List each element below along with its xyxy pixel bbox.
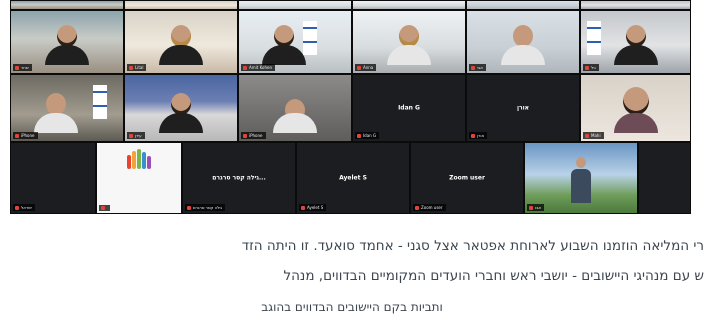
mic-muted-icon bbox=[471, 133, 475, 138]
participant-video bbox=[569, 157, 593, 203]
participant-video bbox=[261, 25, 306, 65]
participant-tile[interactable]: אבו bbox=[524, 142, 638, 214]
mic-muted-icon bbox=[101, 206, 105, 210]
participant-tile[interactable]: Amit Kohen bbox=[238, 10, 352, 74]
participant-display-name: Zoom user bbox=[449, 174, 485, 182]
mic-muted-icon bbox=[129, 133, 133, 138]
mic-muted-icon bbox=[243, 133, 247, 138]
participant-tile[interactable] bbox=[580, 0, 691, 10]
participant-tile[interactable]: Lital bbox=[124, 10, 238, 74]
participant-label: iPhone bbox=[241, 132, 266, 139]
mic-muted-icon bbox=[301, 205, 305, 210]
mic-muted-icon bbox=[129, 65, 133, 70]
participant-label: גיל bbox=[583, 64, 599, 71]
participant-label: אורן bbox=[469, 132, 488, 139]
mic-muted-icon bbox=[243, 65, 247, 70]
participant-display-name: Ayelet S bbox=[339, 174, 367, 182]
mic-muted-icon bbox=[415, 205, 419, 210]
participant-tile[interactable]: גילה קסר סרגרם... גילה קסר סרגרם bbox=[182, 142, 296, 214]
mic-muted-icon bbox=[15, 65, 19, 70]
participant-video bbox=[273, 99, 317, 133]
mic-muted-icon bbox=[471, 65, 475, 70]
flag-icon bbox=[587, 21, 601, 55]
participant-video bbox=[33, 93, 78, 133]
participant-tile[interactable]: אורן אורן bbox=[466, 74, 580, 142]
participant-label: Lital bbox=[127, 64, 147, 71]
article-line-1: רי המליאה הוזמנו השבוע לארוחת אפטאר אצל … bbox=[241, 238, 704, 254]
participant-tile[interactable] bbox=[466, 0, 580, 10]
video-grid: שחר Lital Amit Kohen Anna אבי גיל iPhone… bbox=[10, 0, 691, 214]
participant-label: iPhone bbox=[13, 132, 38, 139]
participant-label: Idan G bbox=[355, 132, 380, 139]
participant-tile[interactable] bbox=[352, 0, 466, 10]
participant-label: אבו bbox=[527, 204, 545, 211]
article-line-3: ותביות בקם היישובים הבדווים בהוגב bbox=[261, 300, 443, 314]
participant-tile[interactable]: עידן bbox=[124, 74, 238, 142]
mic-muted-icon bbox=[529, 205, 533, 210]
participant-tile[interactable]: Anna bbox=[352, 10, 466, 74]
participant-label: אבי bbox=[469, 64, 486, 71]
mic-muted-icon bbox=[15, 205, 19, 210]
participant-tile[interactable]: אבי bbox=[466, 10, 580, 74]
participant-label: Amit Kohen bbox=[241, 64, 275, 71]
participant-label: Mahi bbox=[583, 132, 604, 139]
participant-video bbox=[159, 93, 203, 133]
mic-muted-icon bbox=[357, 133, 361, 138]
participant-label: ישראל bbox=[13, 204, 35, 211]
mic-muted-icon bbox=[585, 133, 589, 138]
participant-label: Zoom user bbox=[413, 204, 446, 211]
participant-tile[interactable]: Mahi bbox=[580, 74, 691, 142]
organization-logo bbox=[127, 149, 151, 169]
mic-muted-icon bbox=[15, 133, 19, 138]
participant-display-name: אורן bbox=[516, 104, 530, 112]
participant-video bbox=[501, 25, 545, 65]
mic-muted-icon bbox=[187, 205, 191, 210]
participant-tile[interactable]: iPhone bbox=[10, 74, 124, 142]
participant-tile[interactable]: Ayelet S Ayelet S bbox=[296, 142, 410, 214]
participant-video bbox=[613, 87, 658, 133]
flag-icon bbox=[93, 85, 107, 119]
participant-tile[interactable]: Idan G Idan G bbox=[352, 74, 466, 142]
participant-tile[interactable]: Zoom user Zoom user bbox=[410, 142, 524, 214]
participant-tile[interactable]: ישראל bbox=[10, 142, 96, 214]
participant-tile[interactable]: שחר bbox=[10, 10, 124, 74]
article-line-2: ש עם מנהיגי היישובים - יושבי ראש וחברי ה… bbox=[283, 268, 704, 284]
participant-tile[interactable] bbox=[10, 0, 124, 10]
participant-label: גילה קסר סרגרם bbox=[185, 204, 226, 211]
participant-tile[interactable]: iPhone bbox=[238, 74, 352, 142]
participant-video bbox=[387, 25, 431, 65]
participant-tile[interactable] bbox=[238, 0, 352, 10]
participant-display-name: גילה קסר סרגרם... bbox=[212, 174, 266, 182]
participant-video bbox=[159, 25, 203, 65]
participant-video bbox=[45, 25, 89, 65]
participant-label: עידן bbox=[127, 132, 145, 139]
participant-tile[interactable] bbox=[638, 142, 691, 214]
participant-label bbox=[99, 205, 110, 211]
participant-tile[interactable] bbox=[96, 142, 182, 214]
participant-tile[interactable] bbox=[124, 0, 238, 10]
participant-label: Anna bbox=[355, 64, 377, 71]
participant-video bbox=[613, 25, 658, 65]
mic-muted-icon bbox=[357, 65, 361, 70]
participant-label: שחר bbox=[13, 64, 32, 71]
participant-label: Ayelet S bbox=[299, 204, 327, 211]
participant-display-name: Idan G bbox=[398, 104, 420, 112]
mic-muted-icon bbox=[585, 65, 589, 70]
participant-tile[interactable]: גיל bbox=[580, 10, 691, 74]
